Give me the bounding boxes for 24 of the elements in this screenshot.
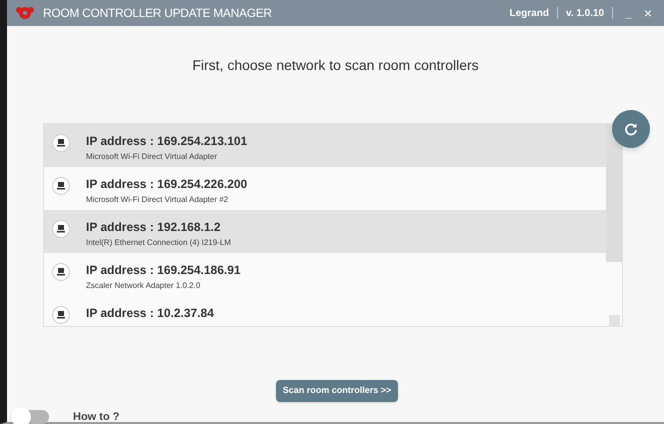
network-icon [52, 177, 70, 195]
network-icon [52, 134, 70, 152]
network-row[interactable]: IP address : 169.254.213.101 Microsoft Wi-Fi Direct Virtual Adapter [44, 124, 606, 167]
adapter-name: Zscaler Network Adapter 1.0.2.0 [86, 280, 202, 292]
refresh-icon [624, 122, 638, 136]
how-to-label: How to ? [73, 410, 120, 424]
ip-address: IP address : 192.168.1.2 [86, 220, 222, 235]
network-row[interactable]: IP address : 192.168.1.2 Intel(R) Ethernet Connection (4) I219-LM [44, 210, 606, 253]
version-label: v. 1.0.10 [566, 6, 604, 20]
ip-address: IP address : 169.254.226.200 [86, 177, 248, 192]
adapter-name: Microsoft Wi-Fi Direct Virtual Adapter [86, 151, 218, 163]
refresh-button[interactable] [612, 110, 650, 148]
ip-address: IP address : 10.2.37.84 [86, 306, 215, 321]
adapter-name: Intel(R) Ethernet Connection (4) I219-LM [86, 237, 232, 249]
ip-address: IP address : 169.254.213.101 [86, 134, 248, 149]
network-icon [52, 263, 70, 281]
ip-address: IP address : 169.254.186.91 [86, 263, 242, 278]
window-title: ROOM CONTROLLER UPDATE MANAGER [43, 5, 272, 22]
scan-button[interactable]: Scan room controllers >> [276, 380, 398, 402]
network-icon [52, 220, 70, 238]
network-icon [52, 306, 70, 324]
adapter-name: Microsoft Wi-Fi Direct Virtual Adapter #2 [86, 194, 230, 206]
brand-name: Legrand [509, 6, 549, 20]
heading: First, choose network to scan room controllers [191, 56, 480, 75]
